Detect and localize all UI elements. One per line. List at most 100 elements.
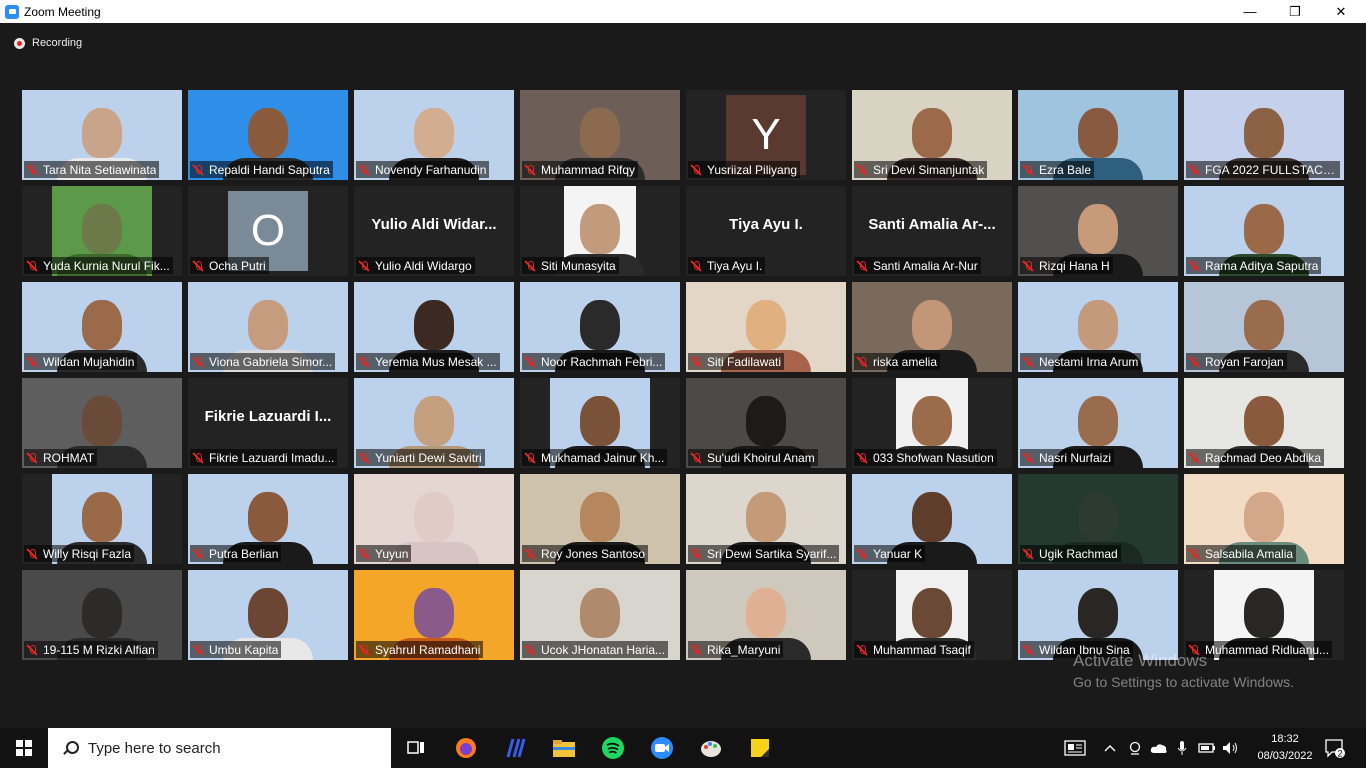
participant-tile[interactable]: Syahrul Ramadhani — [354, 570, 514, 660]
participant-tile[interactable]: Su'udi Khoirul Anam — [686, 378, 846, 468]
battery-tray-button[interactable] — [1196, 728, 1218, 768]
participant-tile[interactable]: ROHMAT — [22, 378, 182, 468]
participant-name: Yeremia Mus Mesak ... — [375, 354, 497, 369]
task-view-button[interactable] — [392, 728, 440, 768]
participant-tile[interactable]: Siti Fadilawati — [686, 282, 846, 372]
participant-silhouette-head — [912, 492, 952, 542]
participant-silhouette-head — [912, 300, 952, 350]
participant-nameplate: Viona Gabriela Simor... — [190, 353, 336, 370]
close-button[interactable]: ✕ — [1318, 0, 1364, 23]
participant-nameplate: Yuyun — [356, 545, 412, 562]
participant-silhouette-head — [580, 588, 620, 638]
participant-tile[interactable]: Ugik Rachmad — [1018, 474, 1178, 564]
participant-tile[interactable]: Nasri Nurfaizi — [1018, 378, 1178, 468]
participant-silhouette-head — [248, 300, 288, 350]
participant-nameplate: Yuniarti Dewi Savitri — [356, 449, 485, 466]
participant-tile[interactable]: Yanuar K — [852, 474, 1012, 564]
chevron-up-icon — [1104, 745, 1116, 752]
participant-name: Tiya Ayu I. — [707, 258, 763, 273]
participant-tile[interactable]: Roy Jones Santoso — [520, 474, 680, 564]
participant-tile[interactable]: Muhammad Rifqy — [520, 90, 680, 180]
participant-tile[interactable]: Santi Amalia Ar-... Santi Amalia Ar-Nur — [852, 186, 1012, 276]
participant-name: Yusriizal Piliyang — [707, 162, 798, 177]
mic-muted-icon — [26, 260, 38, 272]
maximize-button[interactable]: ❐ — [1272, 0, 1318, 23]
participant-tile[interactable]: Noor Rachmah Febri... — [520, 282, 680, 372]
taskbar-clock[interactable]: 18:32 08/03/2022 — [1256, 731, 1314, 765]
participant-tile[interactable]: Yuda Kurnia Nurul Fik... — [22, 186, 182, 276]
meeting-stage: Recording Tara Nita Setiawinata Repaldi H… — [0, 23, 1366, 728]
participant-tile[interactable]: Viona Gabriela Simor... — [188, 282, 348, 372]
show-hidden-icons-button[interactable] — [1100, 728, 1120, 768]
mic-muted-icon — [1022, 164, 1034, 176]
participant-tile[interactable]: Tiya Ayu I. Tiya Ayu I. — [686, 186, 846, 276]
participant-tile[interactable]: Muhammad Tsaqif — [852, 570, 1012, 660]
start-button[interactable] — [0, 728, 48, 768]
participant-tile[interactable]: Umbu Kapita — [188, 570, 348, 660]
participant-tile[interactable]: 19-115 M Rizki Alfian — [22, 570, 182, 660]
window-title: Zoom Meeting — [24, 4, 101, 19]
participant-name: Mukhamad Jainur Kh... — [541, 450, 665, 465]
taskbar-search-box[interactable]: Type here to search — [48, 728, 391, 768]
participant-name: Sri Devi Simanjuntak — [873, 162, 985, 177]
participant-tile[interactable]: Siti Munasyita — [520, 186, 680, 276]
participant-tile[interactable]: Putra Berlian — [188, 474, 348, 564]
zoom-taskbar-button[interactable] — [638, 728, 686, 768]
participant-tile[interactable]: Y Yusriizal Piliyang — [686, 90, 846, 180]
participant-tile[interactable]: Rachmad Deo Abdika — [1184, 378, 1344, 468]
participant-tile[interactable]: Ucok JHonatan Haria... — [520, 570, 680, 660]
volume-tray-button[interactable] — [1220, 728, 1242, 768]
microphone-tray-button[interactable] — [1172, 728, 1192, 768]
participant-name: FGA 2022 FULLSTACK KE... — [1205, 162, 1337, 177]
news-widget-button[interactable] — [1060, 728, 1090, 768]
participant-silhouette-head — [1078, 204, 1118, 254]
participant-nameplate: Salsabila Amalia — [1186, 545, 1297, 562]
participant-tile[interactable]: Sri Dewi Sartika Syarif... — [686, 474, 846, 564]
participant-tile[interactable]: Salsabila Amalia — [1184, 474, 1344, 564]
participant-nameplate: Siti Fadilawati — [688, 353, 785, 370]
onedrive-tray-button[interactable] — [1148, 728, 1170, 768]
participant-tile[interactable]: Tara Nita Setiawinata — [22, 90, 182, 180]
participant-tile[interactable]: Ezra Bale — [1018, 90, 1178, 180]
participant-tile[interactable]: 033 Shofwan Nasution — [852, 378, 1012, 468]
participant-tile[interactable]: O Ocha Putri — [188, 186, 348, 276]
file-explorer-taskbar-button[interactable] — [540, 728, 588, 768]
webcam-tray-button[interactable] — [1125, 728, 1145, 768]
participant-tile[interactable]: Wildan Ibnu Sina — [1018, 570, 1178, 660]
folder-icon — [553, 740, 575, 757]
minimize-button[interactable]: — — [1227, 0, 1273, 23]
participant-tile[interactable]: FGA 2022 FULLSTACK KE... — [1184, 90, 1344, 180]
participant-tile[interactable]: Rika_Maryuni — [686, 570, 846, 660]
mic-muted-icon — [192, 644, 204, 656]
participant-tile[interactable]: riska amelia — [852, 282, 1012, 372]
participant-silhouette-head — [1244, 204, 1284, 254]
participant-tile[interactable]: Fikrie Lazuardi I... Fikrie Lazuardi Imad… — [188, 378, 348, 468]
recording-indicator[interactable]: Recording — [14, 37, 82, 49]
firefox-taskbar-button[interactable] — [442, 728, 490, 768]
battery-icon — [1198, 743, 1215, 753]
participant-tile[interactable]: Willy Risqi Fazla — [22, 474, 182, 564]
sticky-notes-taskbar-button[interactable] — [736, 728, 784, 768]
paint-taskbar-button[interactable] — [687, 728, 735, 768]
participant-silhouette-head — [580, 108, 620, 158]
participant-tile[interactable]: Wildan Mujahidin — [22, 282, 182, 372]
spotify-taskbar-button[interactable] — [589, 728, 637, 768]
participant-tile[interactable]: Rizqi Hana H — [1018, 186, 1178, 276]
participant-tile[interactable]: Yulio Aldi Widar... Yulio Aldi Widargo — [354, 186, 514, 276]
participant-tile[interactable]: Yuyun — [354, 474, 514, 564]
participant-tile[interactable]: Rama Aditya Saputra — [1184, 186, 1344, 276]
participant-silhouette-head — [912, 396, 952, 446]
participant-tile[interactable]: Muhammad Ridluanu... — [1184, 570, 1344, 660]
participant-tile[interactable]: Repaldi Handi Saputra — [188, 90, 348, 180]
participant-tile[interactable]: Sri Devi Simanjuntak — [852, 90, 1012, 180]
terminal-taskbar-button[interactable] — [491, 728, 539, 768]
participant-tile[interactable]: Yuniarti Dewi Savitri — [354, 378, 514, 468]
participant-tile[interactable]: Royan Farojan — [1184, 282, 1344, 372]
participant-tile[interactable]: Nestami Irna Arum — [1018, 282, 1178, 372]
watermark-subtitle: Go to Settings to activate Windows. — [1073, 674, 1294, 690]
notification-center-button[interactable]: 2 — [1320, 728, 1350, 768]
participant-tile[interactable]: Novendy Farhanudin — [354, 90, 514, 180]
participant-silhouette-head — [1244, 588, 1284, 638]
participant-tile[interactable]: Yeremia Mus Mesak ... — [354, 282, 514, 372]
participant-tile[interactable]: Mukhamad Jainur Kh... — [520, 378, 680, 468]
